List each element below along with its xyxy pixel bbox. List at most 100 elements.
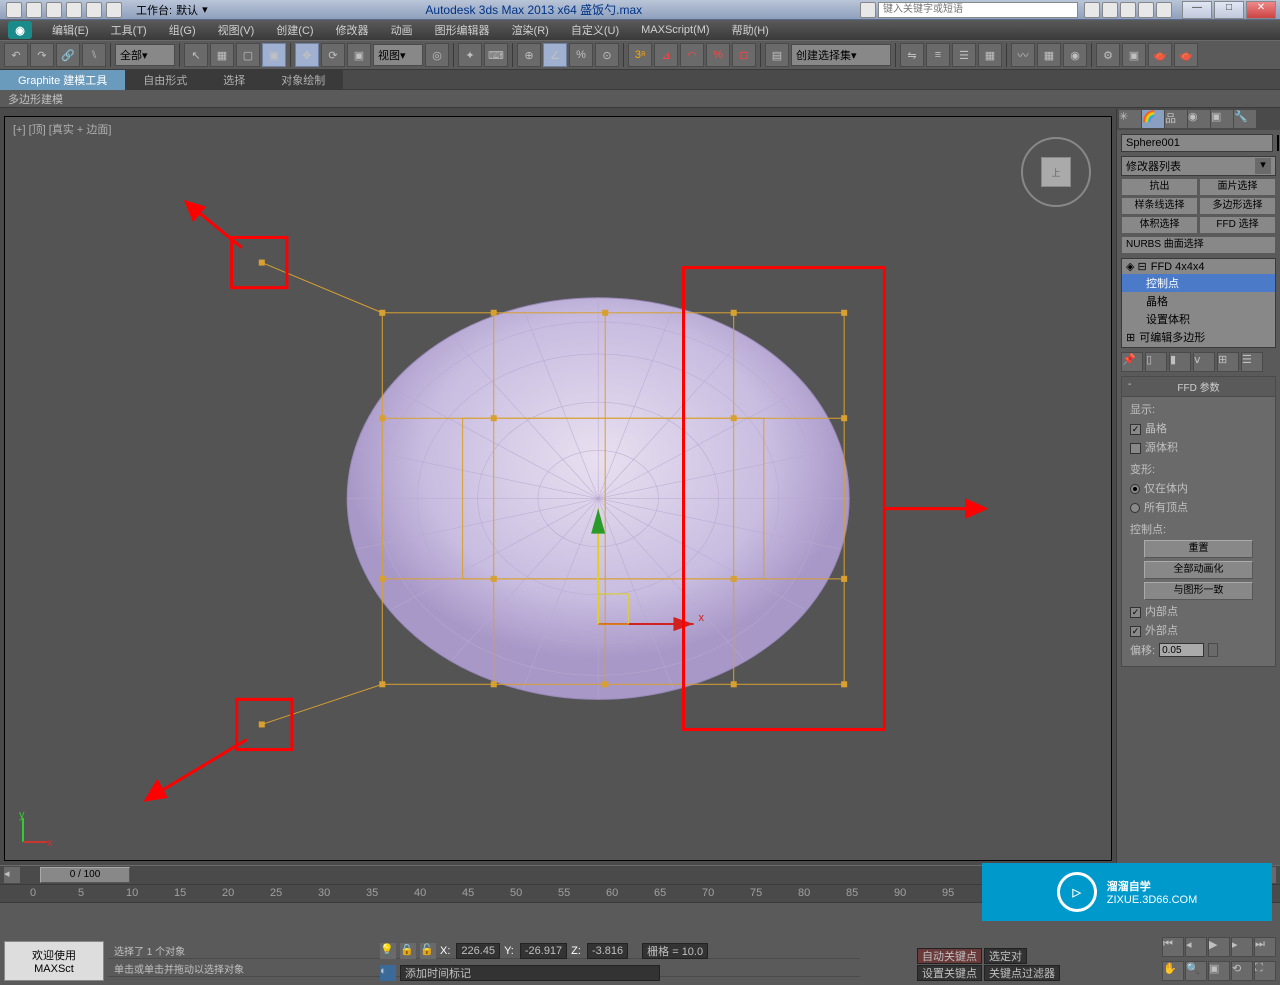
chk-lattice[interactable]: ✓晶格 [1130, 420, 1267, 436]
modifier-list-dropdown[interactable]: 修改器列表 ▾ [1121, 156, 1276, 176]
object-color-swatch[interactable] [1277, 135, 1279, 151]
selection-filter-dropdown[interactable]: 全部 ▾ [115, 44, 175, 66]
curve-editor-icon[interactable]: 〰 [1011, 43, 1035, 67]
tab-display-icon[interactable]: ▣ [1211, 110, 1233, 128]
viewport-top[interactable]: [+] [顶] [真实 + 边面] 上 [4, 116, 1112, 861]
exchange-icon[interactable] [1120, 2, 1136, 18]
set-btn-0[interactable]: 抗出 [1121, 178, 1198, 196]
stack-ffd[interactable]: ◈ ⊟ FFD 4x4x4 [1122, 259, 1275, 274]
configure2-icon[interactable]: ☰ [1241, 352, 1263, 372]
tab-graphite[interactable]: Graphite 建模工具 [0, 70, 125, 90]
spinner-arrows-icon[interactable] [1208, 643, 1218, 657]
window-crossing-icon[interactable]: ▣ [262, 43, 286, 67]
snap-pct-icon[interactable]: % [706, 43, 730, 67]
qat-new-icon[interactable] [6, 2, 22, 18]
render-icon[interactable]: 🫖 [1148, 43, 1172, 67]
stack-control-points[interactable]: 控制点 [1122, 274, 1275, 292]
app-menu-icon[interactable]: ◉ [8, 21, 32, 39]
infocenter-icon[interactable] [860, 2, 876, 18]
maximize-button[interactable]: □ [1214, 1, 1244, 19]
menu-create[interactable]: 创建(C) [266, 20, 323, 40]
render-frame-icon[interactable]: ▣ [1122, 43, 1146, 67]
tab-motion-icon[interactable]: ◉ [1188, 110, 1210, 128]
stack-set-volume[interactable]: 设置体积 [1122, 310, 1275, 328]
qat-undo-icon[interactable] [66, 2, 82, 18]
offset-input[interactable] [1159, 643, 1204, 657]
tab-create-icon[interactable]: ✳ [1119, 110, 1141, 128]
rollout-header[interactable]: FFD 参数 [1122, 377, 1275, 397]
scale-icon[interactable]: ▣ [347, 43, 371, 67]
redo-icon[interactable]: ↷ [30, 43, 54, 67]
mirror-icon[interactable]: ⇋ [900, 43, 924, 67]
qat-open-icon[interactable] [26, 2, 42, 18]
object-name-input[interactable] [1121, 134, 1273, 152]
manipulate-icon[interactable]: ✦ [458, 43, 482, 67]
tab-object-paint[interactable]: 对象绘制 [263, 70, 343, 90]
time-tag-icon[interactable]: ◐ [380, 965, 396, 981]
conform-button[interactable]: 与图形一致 [1144, 582, 1254, 600]
snap-spin-icon[interactable]: ⊡ [732, 43, 756, 67]
keyboard-shortcut-icon[interactable]: ⌨ [484, 43, 508, 67]
named-selection-dropdown[interactable]: 创建选择集 ▾ [791, 44, 891, 66]
menu-help[interactable]: 帮助(H) [722, 20, 779, 40]
menu-graph-editors[interactable]: 图形编辑器 [425, 20, 500, 40]
qat-save-icon[interactable] [46, 2, 62, 18]
add-time-tag[interactable]: 添加时间标记 [400, 965, 660, 981]
workspace-selector[interactable]: 工作台: 默认 ▾ [136, 2, 208, 18]
lock-icon[interactable]: 💡 [380, 943, 396, 959]
unlink-icon[interactable]: ⑊ [82, 43, 106, 67]
angle-snap-icon[interactable]: ∠ [543, 43, 567, 67]
time-slider-handle[interactable]: 0 / 100 [40, 867, 130, 883]
stack-lattice[interactable]: 晶格 [1122, 292, 1275, 310]
menu-rendering[interactable]: 渲染(R) [502, 20, 559, 40]
make-unique-icon[interactable]: ▮ [1169, 352, 1191, 372]
snap-toggle-icon[interactable]: ⊿ [654, 43, 678, 67]
reset-button[interactable]: 重置 [1144, 540, 1254, 558]
key-filter-button[interactable]: 关键点过滤器 [984, 965, 1060, 981]
align-icon[interactable]: ≡ [926, 43, 950, 67]
menu-tools[interactable]: 工具(T) [101, 20, 157, 40]
ref-coord-dropdown[interactable]: 视图 ▾ [373, 44, 423, 66]
spinner-snap-icon[interactable]: ⊙ [595, 43, 619, 67]
lock3-icon[interactable]: 🔓 [420, 943, 436, 959]
close-button[interactable]: ✕ [1246, 1, 1276, 19]
edit-selection-icon[interactable]: 3ᵃ [628, 43, 652, 67]
polygon-modeling-label[interactable]: 多边形建模 [8, 91, 63, 107]
menu-group[interactable]: 组(G) [159, 20, 206, 40]
pin-stack-icon[interactable]: 📌 [1121, 352, 1143, 372]
prev-frame-icon[interactable]: ◂ [1185, 937, 1207, 957]
x-coord[interactable]: 226.45 [456, 943, 500, 959]
y-coord[interactable]: -26.917 [520, 943, 567, 959]
layers-icon[interactable]: ☰ [952, 43, 976, 67]
configure-icon[interactable]: ⊞ [1217, 352, 1239, 372]
qat-redo-icon[interactable] [86, 2, 102, 18]
render-setup-icon[interactable]: ⚙ [1096, 43, 1120, 67]
tab-utilities-icon[interactable]: 🔧 [1234, 110, 1256, 128]
material-icon[interactable]: ◉ [1063, 43, 1087, 67]
search-input[interactable] [878, 2, 1078, 18]
zoom-icon[interactable]: 🔍 [1185, 961, 1207, 981]
goto-end-icon[interactable]: ⏭ [1254, 937, 1276, 957]
pivot-icon[interactable]: ◎ [425, 43, 449, 67]
next-frame-icon[interactable]: ▸ [1231, 937, 1253, 957]
select-name-icon[interactable]: ▦ [210, 43, 234, 67]
snap-icon[interactable]: ⊕ [517, 43, 541, 67]
tab-freeform[interactable]: 自由形式 [125, 70, 205, 90]
chk-source-volume[interactable]: 源体积 [1130, 439, 1267, 455]
set-btn-2[interactable]: 样条线选择 [1121, 197, 1198, 215]
zoom-extents-icon[interactable]: ▣ [1208, 961, 1230, 981]
time-slider-left-icon[interactable]: ◂ [4, 867, 20, 883]
search-icon[interactable] [1084, 2, 1100, 18]
show-end-icon[interactable]: ▯ [1145, 352, 1167, 372]
modifier-stack[interactable]: ◈ ⊟ FFD 4x4x4 控制点 晶格 设置体积 ⊞ 可编辑多边形 [1121, 258, 1276, 348]
select-icon[interactable]: ↖ [184, 43, 208, 67]
auto-key-button[interactable]: 自动关键点 [917, 948, 982, 964]
radio-in-volume[interactable]: 仅在体内 [1130, 480, 1267, 496]
nurbs-surface-select[interactable]: NURBS 曲面选择 [1121, 236, 1276, 254]
chk-outside[interactable]: ✓外部点 [1130, 622, 1267, 638]
set-btn-1[interactable]: 面片选择 [1199, 178, 1276, 196]
move-icon[interactable]: ✥ [295, 43, 319, 67]
goto-start-icon[interactable]: ⏮ [1162, 937, 1184, 957]
set-btn-3[interactable]: 多边形选择 [1199, 197, 1276, 215]
set-btn-4[interactable]: 体积选择 [1121, 216, 1198, 234]
